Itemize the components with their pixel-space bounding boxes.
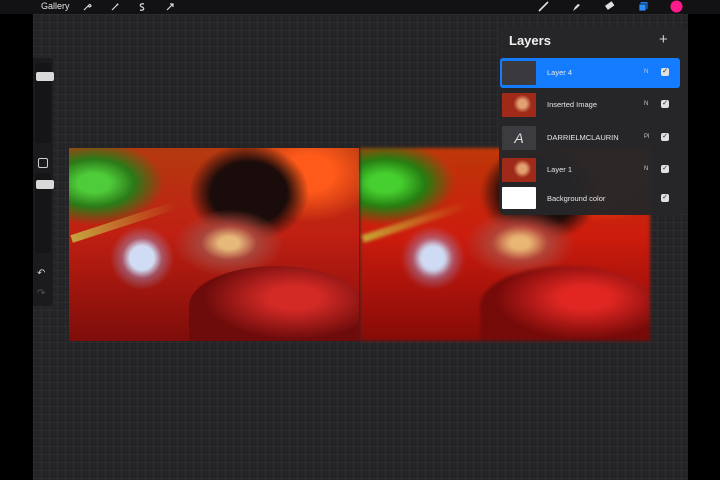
redo-icon[interactable]: ↷ (37, 288, 45, 299)
selection-icon[interactable] (136, 1, 148, 13)
eraser-icon[interactable] (602, 0, 616, 13)
layers-panel: Layers + Layer 4 N ✓ Inserted Image N ✓ … (499, 27, 686, 215)
layers-icon[interactable] (636, 0, 650, 13)
layer-name: Background color (547, 194, 606, 203)
visibility-checkbox[interactable]: ✓ (661, 100, 669, 108)
visibility-checkbox[interactable]: ✓ (661, 194, 669, 202)
layer-name: Layer 1 (547, 165, 573, 174)
brush-size-thumb[interactable] (36, 72, 54, 81)
visibility-checkbox[interactable]: ✓ (661, 133, 669, 141)
canvas-photo-left (69, 148, 359, 341)
brush-icon[interactable] (536, 0, 550, 13)
layer-row-layer-4[interactable]: Layer 4 N ✓ (500, 58, 680, 88)
brush-size-slider[interactable] (35, 63, 54, 143)
opacity-thumb[interactable] (36, 180, 54, 189)
layers-title: Layers (509, 33, 551, 48)
visibility-checkbox[interactable]: ✓ (661, 68, 669, 76)
blend-mode-button[interactable]: Pl (644, 134, 649, 140)
layer-thumbnail (502, 187, 536, 209)
blend-mode-button[interactable]: N (644, 101, 648, 107)
undo-icon[interactable]: ↶ (37, 268, 45, 279)
visibility-checkbox[interactable]: ✓ (661, 165, 669, 173)
layer-name: DARRIELMCLAURIN (547, 133, 619, 142)
blend-mode-button[interactable]: N (644, 166, 648, 172)
text-layer-thumbnail: A (502, 126, 536, 150)
layer-thumbnail (502, 61, 536, 85)
adjustments-icon[interactable] (109, 1, 121, 13)
transform-icon[interactable] (164, 1, 176, 13)
gallery-button[interactable]: Gallery (41, 1, 70, 11)
blend-mode-button[interactable]: N (644, 69, 648, 75)
layer-row-layer-1[interactable]: Layer 1 N ✓ (500, 155, 680, 185)
layer-name: Layer 4 (547, 68, 573, 77)
layer-thumbnail (502, 93, 536, 117)
layer-row-background-color[interactable]: Background color ✓ (500, 185, 680, 213)
layer-name: Inserted Image (547, 100, 598, 109)
layer-thumbnail (502, 158, 536, 182)
add-layer-button[interactable]: + (659, 31, 668, 48)
color-picker-swatch[interactable] (669, 0, 683, 13)
actions-icon[interactable] (81, 1, 93, 13)
left-sidebar: ↶ ↷ (33, 58, 54, 306)
top-toolbar: Gallery (0, 0, 720, 14)
opacity-slider[interactable] (35, 173, 54, 253)
layer-row-darrielmclaurin[interactable]: A DARRIELMCLAURIN Pl ✓ (500, 123, 680, 153)
layer-row-inserted-image[interactable]: Inserted Image N ✓ (500, 90, 680, 120)
smudge-icon[interactable] (569, 0, 583, 13)
modify-button[interactable] (38, 158, 48, 168)
